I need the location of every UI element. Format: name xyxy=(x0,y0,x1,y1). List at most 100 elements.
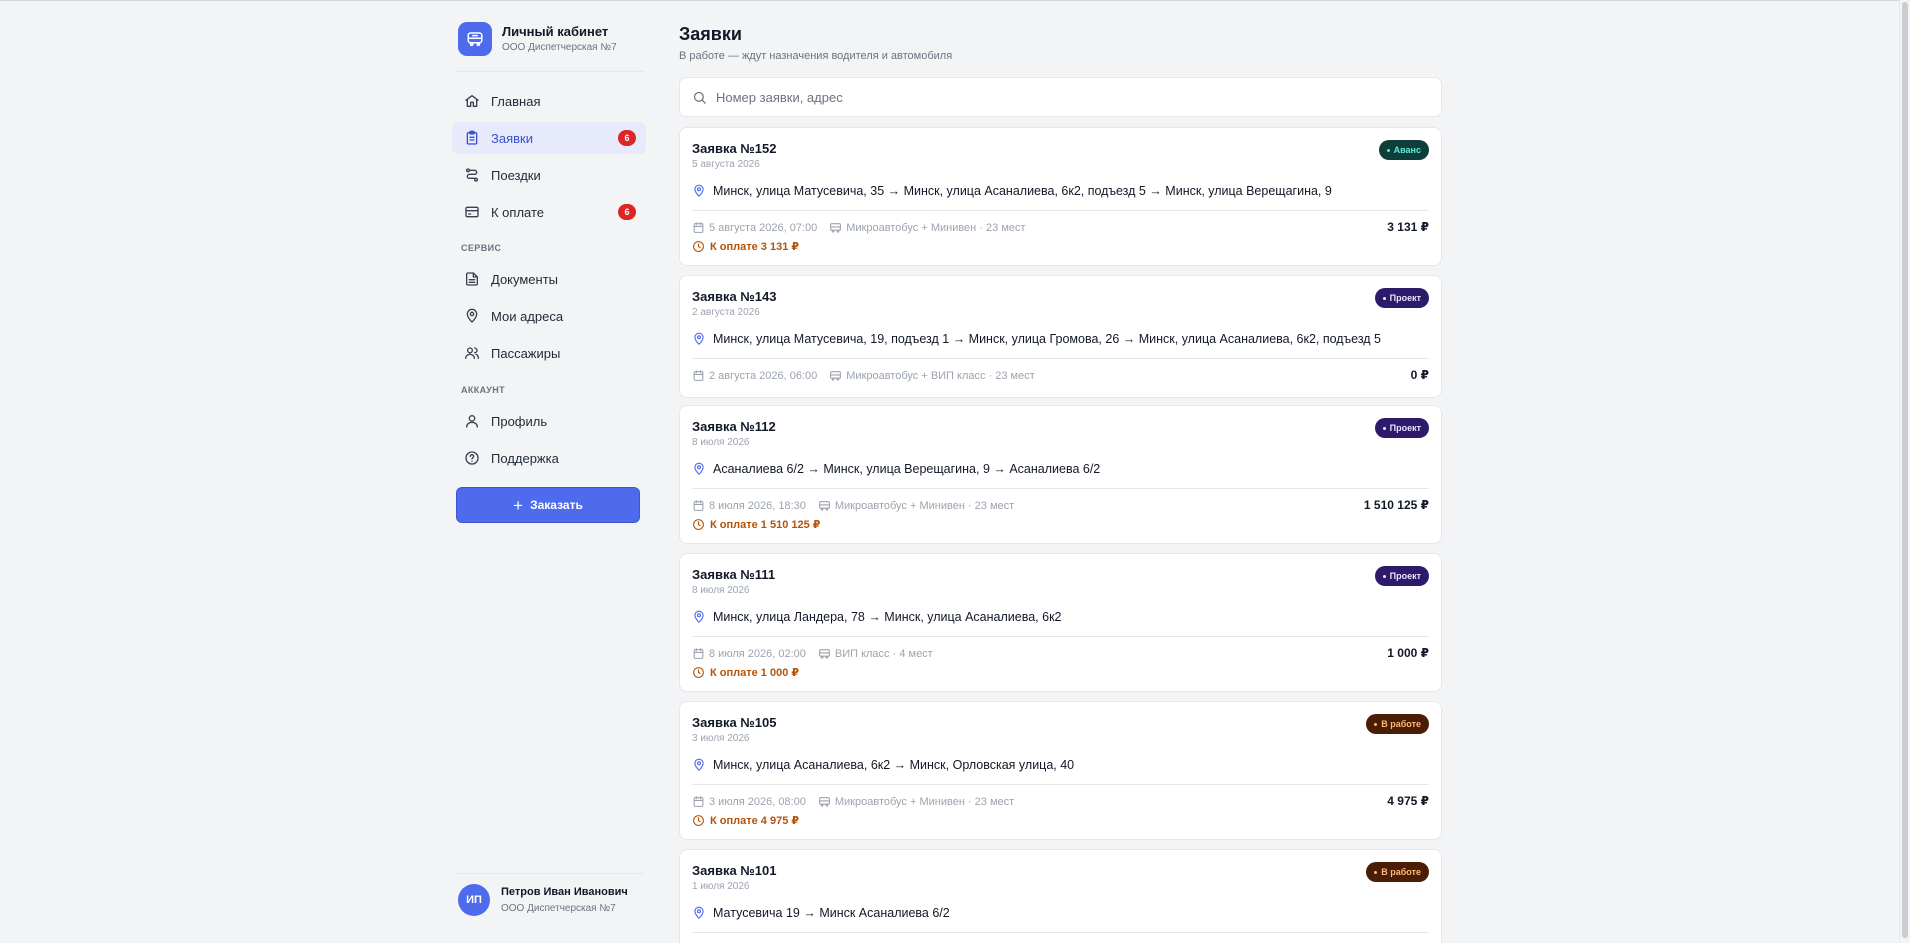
divider xyxy=(692,210,1429,211)
order-route: Минск, улица Матусевича, 19, подъезд 1 →… xyxy=(692,332,1381,346)
status-label: Проект xyxy=(1389,293,1421,303)
pin-icon xyxy=(692,758,706,772)
order-card[interactable]: Заявка №101 1 июля 2026 В работе Матусевича… xyxy=(679,849,1442,943)
user-card[interactable]: ИП Петров Иван Иванович ООО Диспетчерска… xyxy=(458,884,628,916)
status-dot-icon xyxy=(1374,870,1378,874)
payment-due: К оплате 4 975 ₽ xyxy=(692,814,799,827)
payment-due-text: К оплате 1 000 ₽ xyxy=(710,667,800,679)
bus-logo-icon xyxy=(458,22,492,56)
order-route: Минск, улица Ландера, 78 → Минск, улица … xyxy=(692,610,1062,624)
payment-due: К оплате 1 510 125 ₽ xyxy=(692,518,820,531)
sidebar-item-label: Профиль xyxy=(491,413,548,429)
order-price: 1 510 125 ₽ xyxy=(1363,498,1429,512)
users-icon xyxy=(464,345,480,361)
bus-icon xyxy=(818,647,831,660)
user-icon xyxy=(464,413,480,429)
status-badge: В работе xyxy=(1366,714,1429,734)
order-vehicle: Микроавтобус + Минивен · 23 мест xyxy=(846,221,1026,234)
order-card[interactable]: Заявка №112 8 июля 2026 Проект Асаналиева 6… xyxy=(679,405,1442,544)
search-input[interactable] xyxy=(716,89,1416,105)
order-date: 1 июля 2026 xyxy=(692,881,750,892)
bus-icon xyxy=(818,499,831,512)
search-box[interactable] xyxy=(679,77,1442,117)
divider xyxy=(692,932,1429,933)
sidebar-item-addresses[interactable]: Мои адреса xyxy=(452,300,646,332)
divider xyxy=(456,873,644,874)
bus-icon xyxy=(829,369,842,382)
pin-icon xyxy=(692,462,706,476)
count-badge: 6 xyxy=(618,130,636,146)
divider xyxy=(692,784,1429,785)
sidebar-item-orders[interactable]: Заявки 6 xyxy=(452,122,646,154)
calendar-icon xyxy=(692,795,705,808)
sidebar-item-profile[interactable]: Профиль xyxy=(452,405,646,437)
main-content: Заявки В работе — ждут назначения водите… xyxy=(679,0,1443,943)
sidebar: Личный кабинет ООО Диспетчерская №7 Глав… xyxy=(450,0,646,943)
sidebar-item-documents[interactable]: Документы xyxy=(452,263,646,295)
bus-icon xyxy=(818,795,831,808)
clock-icon xyxy=(692,666,705,679)
payment-due: К оплате 1 000 ₽ xyxy=(692,666,799,679)
clock-icon xyxy=(692,814,705,827)
status-badge: Аванс xyxy=(1378,140,1429,160)
pin-icon xyxy=(692,610,706,624)
order-date: 5 августа 2026 xyxy=(692,159,760,170)
clock-icon xyxy=(692,240,705,253)
pin-icon xyxy=(692,332,706,346)
user-name: Петров Иван Иванович xyxy=(501,885,628,898)
order-vehicle: Микроавтобус + ВИП класс · 23 мест xyxy=(846,369,1035,382)
order-meta: 8 июля 2026, 02:00 ВИП класс · 4 мест xyxy=(692,647,933,660)
sidebar-item-label: К оплате xyxy=(491,204,545,220)
route-text: Минск, улица Ландера, 78 → Минск, улица … xyxy=(713,610,1062,624)
order-title: Заявка №101 xyxy=(692,863,777,878)
status-dot-icon xyxy=(1382,426,1386,430)
sidebar-item-payment[interactable]: К оплате 6 xyxy=(452,196,646,228)
route-text: Минск, улица Матусевича, 35 → Минск, ули… xyxy=(713,184,1332,198)
card-icon xyxy=(464,204,480,220)
scrollbar-thumb[interactable] xyxy=(1902,2,1908,938)
pin-icon xyxy=(692,184,706,198)
order-route: Асаналиева 6/2 → Минск, улица Верещагина… xyxy=(692,462,1100,476)
order-card[interactable]: Заявка №152 5 августа 2026 Аванс Минск, ули… xyxy=(679,127,1442,266)
order-date: 8 июля 2026 xyxy=(692,437,750,448)
order-card[interactable]: Заявка №105 3 июля 2026 В работе Минск, ули… xyxy=(679,701,1442,840)
calendar-icon xyxy=(692,369,705,382)
order-meta: 5 августа 2026, 07:00 Микроавтобус + Мини… xyxy=(692,221,1026,234)
sidebar-item-home[interactable]: Главная xyxy=(452,85,646,117)
order-meta: 2 августа 2026, 06:00 Микроавтобус + ВИП … xyxy=(692,369,1035,382)
status-dot-icon xyxy=(1374,722,1378,726)
sidebar-item-label: Поездки xyxy=(491,167,541,183)
order-date: 8 июля 2026 xyxy=(692,585,750,596)
order-price: 1 000 ₽ xyxy=(1387,646,1429,660)
divider xyxy=(456,71,644,72)
order-title: Заявка №152 xyxy=(692,141,777,156)
order-button[interactable]: + Заказать xyxy=(456,487,640,523)
sidebar-item-passengers[interactable]: Пассажиры xyxy=(452,337,646,369)
status-label: Проект xyxy=(1389,423,1421,433)
route-text: Асаналиева 6/2 → Минск, улица Верещагина… xyxy=(713,462,1101,476)
divider xyxy=(692,358,1429,359)
bus-icon xyxy=(829,221,842,234)
plus-icon: + xyxy=(513,495,524,515)
order-title: Заявка №112 xyxy=(692,419,776,434)
section-label-service: СЕРВИС xyxy=(461,243,502,253)
order-card[interactable]: Заявка №111 8 июля 2026 Проект Минск, улица… xyxy=(679,553,1442,692)
document-icon xyxy=(464,271,480,287)
clock-icon xyxy=(692,518,705,531)
payment-due-text: К оплате 3 131 ₽ xyxy=(710,241,800,253)
sidebar-item-trips[interactable]: Поездки xyxy=(452,159,646,191)
order-route: Матусевича 19 → Минск Асаналиева 6/2 xyxy=(692,906,950,920)
route-text: Матусевича 19 → Минск Асаналиева 6/2 xyxy=(713,906,950,920)
page-subtitle: В работе — ждут назначения водителя и ав… xyxy=(679,50,953,62)
status-badge: Проект xyxy=(1374,288,1429,308)
order-card[interactable]: Заявка №143 2 августа 2026 Проект Минск, ул… xyxy=(679,275,1442,398)
brand[interactable]: Личный кабинет ООО Диспетчерская №7 xyxy=(458,22,617,56)
order-title: Заявка №105 xyxy=(692,715,777,730)
status-badge: В работе xyxy=(1366,862,1429,882)
calendar-icon xyxy=(692,499,705,512)
sidebar-item-label: Поддержка xyxy=(491,450,559,466)
user-org: ООО Диспетчерская №7 xyxy=(501,902,616,914)
sidebar-item-support[interactable]: Поддержка xyxy=(452,442,646,474)
clipboard-icon xyxy=(464,130,480,146)
route-text: Минск, улица Асаналиева, 6к2 → Минск, Ор… xyxy=(713,758,1075,772)
